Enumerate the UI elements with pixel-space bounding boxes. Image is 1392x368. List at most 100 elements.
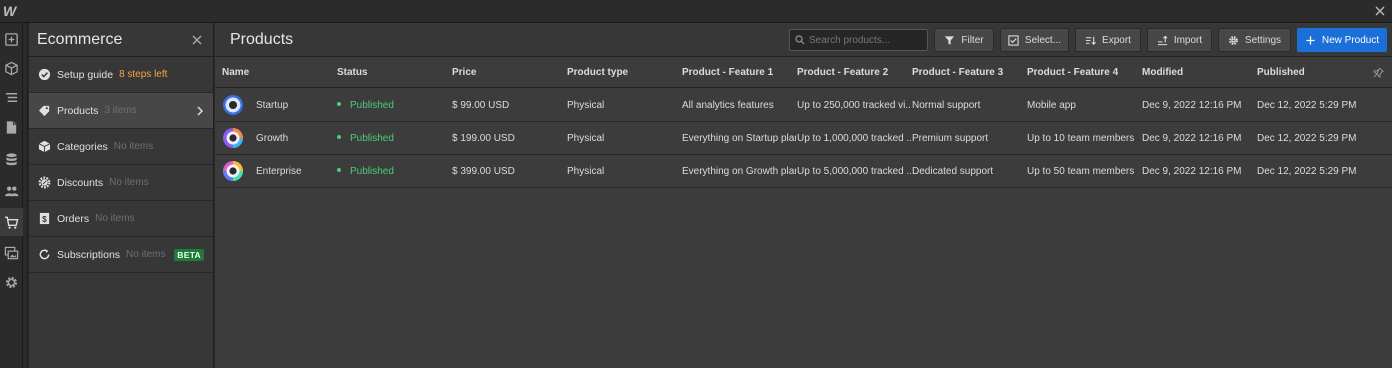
layers-icon <box>5 92 18 102</box>
sidebar-item-orders[interactable]: $ Orders No items <box>29 201 213 237</box>
beta-badge: BETA <box>174 249 204 261</box>
table-row[interactable]: Growth Published $ 199.00 USD Physical E… <box>215 122 1392 155</box>
sidebar-item-label: Categories <box>57 140 108 153</box>
modified-cell: Dec 9, 2022 12:16 PM <box>1142 100 1242 111</box>
published-cell: Dec 12, 2022 5:29 PM <box>1257 133 1357 144</box>
export-label: Export <box>1102 34 1131 46</box>
sidebar-item-label: Setup guide <box>57 68 114 81</box>
settings-rail-button[interactable] <box>0 268 23 296</box>
add-panel-button[interactable] <box>0 25 23 53</box>
feature-4-cell: Mobile app <box>1027 100 1076 111</box>
sidebar-item-categories[interactable]: Categories No items <box>29 129 213 165</box>
cube-icon <box>5 61 18 75</box>
feature-2-cell: Up to 5,000,000 tracked ... <box>797 166 911 177</box>
published-cell: Dec 12, 2022 5:29 PM <box>1257 166 1357 177</box>
sidebar-item-subscriptions[interactable]: Subscriptions No items BETA <box>29 237 213 273</box>
feature-1-cell: Everything on Growth plan <box>682 166 796 177</box>
modified-cell: Dec 9, 2022 12:16 PM <box>1142 133 1242 144</box>
import-icon <box>1157 35 1168 45</box>
check-circle-icon <box>37 68 51 82</box>
product-thumbnail <box>223 95 243 115</box>
sidebar-item-label: Orders <box>57 212 90 225</box>
close-icon[interactable] <box>191 34 203 46</box>
feature-1-cell: All analytics features <box>682 100 774 111</box>
column-header-product-type[interactable]: Product type <box>567 67 628 78</box>
new-product-button[interactable]: New Product <box>1297 28 1387 52</box>
column-header-feature-2[interactable]: Product - Feature 2 <box>797 67 888 78</box>
export-button[interactable]: Export <box>1075 28 1141 52</box>
column-header-feature-4[interactable]: Product - Feature 4 <box>1027 67 1118 78</box>
products-panel: Products Filter Select... Export Import … <box>215 23 1392 368</box>
table-row[interactable]: Enterprise Published $ 399.00 USD Physic… <box>215 155 1392 188</box>
item-count: No items <box>126 249 166 260</box>
webflow-logo: W <box>3 3 17 19</box>
sidebar-title: Ecommerce <box>37 30 123 48</box>
feature-2-cell: Up to 1,000,000 tracked ... <box>797 133 911 144</box>
page-title: Products <box>230 30 294 48</box>
gear-icon <box>5 276 18 288</box>
modified-cell: Dec 9, 2022 12:16 PM <box>1142 166 1242 177</box>
sidebar-item-products[interactable]: Products 3 items <box>29 93 213 129</box>
navigator-button[interactable] <box>0 83 23 111</box>
sidebar-header: Ecommerce <box>29 23 213 57</box>
steps-left-count: 8 steps left <box>119 69 168 80</box>
table-row[interactable]: Startup Published $ 99.00 USD Physical A… <box>215 89 1392 122</box>
panel-gutter <box>24 23 28 368</box>
assets-button[interactable] <box>0 239 23 267</box>
close-icon[interactable] <box>1373 4 1387 18</box>
price-cell: $ 99.00 USD <box>452 100 510 111</box>
sidebar-item-discounts[interactable]: Discounts No items <box>29 165 213 201</box>
ecommerce-button[interactable] <box>0 208 23 236</box>
components-button[interactable] <box>0 54 23 82</box>
refresh-icon <box>37 248 51 262</box>
import-button[interactable]: Import <box>1147 28 1212 52</box>
checkbox-icon <box>1008 34 1019 46</box>
product-name[interactable]: Startup <box>256 100 288 111</box>
search-box[interactable] <box>789 29 928 51</box>
feature-4-cell: Up to 10 team members <box>1027 133 1135 144</box>
settings-label: Settings <box>1244 34 1282 46</box>
status-badge: Published <box>337 100 394 111</box>
plus-icon <box>1306 35 1315 45</box>
users-icon <box>4 185 19 196</box>
product-type-cell: Physical <box>567 100 605 111</box>
table-header: Name Status Price Product type Product -… <box>215 58 1392 88</box>
cart-icon <box>4 216 19 229</box>
sidebar-item-setup-guide[interactable]: Setup guide 8 steps left <box>29 57 213 93</box>
filter-icon <box>945 35 955 45</box>
product-type-cell: Physical <box>567 133 605 144</box>
select-button[interactable]: Select... <box>1000 28 1069 52</box>
column-header-price[interactable]: Price <box>452 67 476 78</box>
product-name[interactable]: Enterprise <box>256 166 302 177</box>
column-header-status[interactable]: Status <box>337 67 368 78</box>
column-header-feature-3[interactable]: Product - Feature 3 <box>912 67 1003 78</box>
feature-3-cell: Normal support <box>912 100 981 111</box>
column-header-name[interactable]: Name <box>222 67 249 78</box>
column-header-feature-1[interactable]: Product - Feature 1 <box>682 67 773 78</box>
discount-gear-icon <box>37 176 51 190</box>
filter-label: Filter <box>961 34 984 46</box>
feature-3-cell: Dedicated support <box>912 166 994 177</box>
icon-rail <box>0 23 23 368</box>
add-icon <box>5 32 18 46</box>
item-count: 3 items <box>104 105 137 116</box>
sidebar-item-label: Products <box>57 104 99 117</box>
pin-icon[interactable] <box>1373 67 1384 78</box>
box-icon <box>37 140 51 154</box>
column-header-published[interactable]: Published <box>1257 67 1305 78</box>
select-label: Select... <box>1024 34 1062 46</box>
dollar-doc-icon: $ <box>37 212 51 226</box>
users-button[interactable] <box>0 176 23 204</box>
column-header-modified[interactable]: Modified <box>1142 67 1183 78</box>
import-label: Import <box>1173 34 1203 46</box>
search-input[interactable] <box>809 34 919 46</box>
settings-button[interactable]: Settings <box>1218 28 1291 52</box>
filter-button[interactable]: Filter <box>934 28 994 52</box>
database-icon <box>6 152 17 165</box>
cms-button[interactable] <box>0 145 23 173</box>
pages-button[interactable] <box>0 113 23 141</box>
ecommerce-sidebar: Ecommerce Setup guide 8 steps left Produ… <box>29 23 214 368</box>
item-count: No items <box>109 177 149 188</box>
chevron-right-icon <box>197 106 204 116</box>
product-name[interactable]: Growth <box>256 133 288 144</box>
